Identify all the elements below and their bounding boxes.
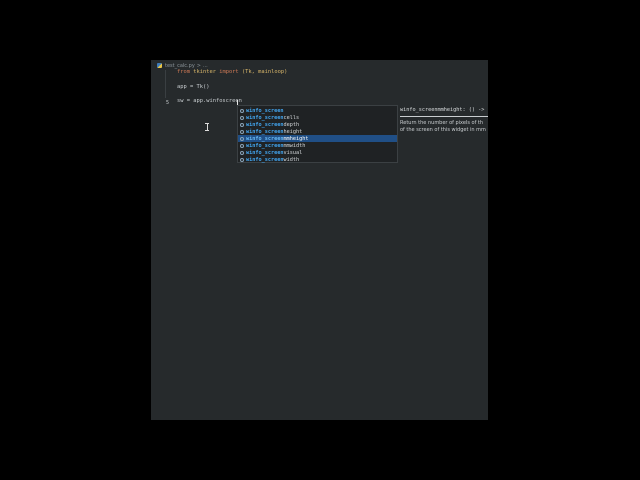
completion-match: winfo_screen	[246, 114, 284, 121]
completion-match: winfo_screen	[246, 156, 284, 163]
line-number-active: 5	[165, 100, 169, 106]
completion-match: winfo_screen	[246, 135, 284, 142]
doc-divider	[400, 116, 488, 117]
indent-guide	[165, 70, 166, 98]
completion-match: winfo_screen	[246, 107, 284, 114]
code-line-5[interactable]: sw = app.winfoscreen	[177, 98, 242, 105]
method-icon	[240, 115, 244, 120]
completion-match: winfo_screen	[246, 142, 284, 149]
completion-item[interactable]: winfo_screen mmheight	[238, 135, 397, 142]
method-icon	[240, 136, 244, 141]
keyword-import: import	[219, 69, 239, 75]
method-icon	[240, 143, 244, 148]
completion-rest: mmwidth	[283, 142, 306, 149]
method-icon	[240, 129, 244, 134]
method-icon	[240, 108, 244, 113]
completion-item[interactable]: winfo_screen visual	[238, 149, 397, 156]
code-line-1[interactable]: from tkinter import (Tk, mainloop)	[177, 69, 287, 76]
completion-rest: visual	[283, 149, 303, 156]
doc-text-line-2: of the screen of this widget in mm	[400, 127, 486, 133]
line-gutter: 5	[151, 60, 169, 420]
code-line-3[interactable]: app = Tk()	[177, 84, 209, 91]
completion-rest: depth	[283, 121, 300, 128]
doc-signature: winfo_screenmmheight: () ->	[400, 107, 485, 113]
completion-item[interactable]: winfo_screen height	[238, 128, 397, 135]
autocomplete-popup[interactable]: winfo_screen winfo_screen cells winfo_scree…	[237, 105, 398, 163]
method-icon	[240, 157, 244, 162]
ibeam-cursor-icon	[205, 123, 209, 131]
completion-match: winfo_screen	[246, 121, 284, 128]
documentation-popup: winfo_screenmmheight: () -> Return the n…	[398, 105, 488, 139]
completion-rest: cells	[283, 114, 300, 121]
method-icon	[240, 150, 244, 155]
completion-item[interactable]: winfo_screen	[238, 107, 397, 114]
completion-match: winfo_screen	[246, 128, 284, 135]
completion-item[interactable]: winfo_screen mmwidth	[238, 142, 397, 149]
completion-rest: width	[283, 156, 300, 163]
keyword-from: from	[177, 69, 190, 75]
breadcrumb-file[interactable]: test_calc.py	[165, 63, 195, 69]
import-names: (Tk, mainloop)	[241, 69, 288, 75]
code-editor[interactable]: test_calc.py > ... 5 from tkinter import…	[151, 60, 488, 420]
doc-text-line-1: Return the number of pixels of th	[400, 120, 484, 126]
method-icon	[240, 122, 244, 127]
breadcrumb-rest[interactable]: ...	[203, 63, 208, 69]
completion-match: winfo_screen	[246, 149, 284, 156]
breadcrumb-separator: >	[196, 62, 201, 69]
completion-rest: mmheight	[283, 135, 309, 142]
completion-rest: height	[283, 128, 303, 135]
completion-item[interactable]: winfo_screen cells	[238, 114, 397, 121]
doc-description: Return the number of pixels of th of the…	[400, 120, 488, 134]
completion-item[interactable]: winfo_screen width	[238, 156, 397, 163]
completion-item[interactable]: winfo_screen depth	[238, 121, 397, 128]
module-name: tkinter	[193, 69, 216, 75]
